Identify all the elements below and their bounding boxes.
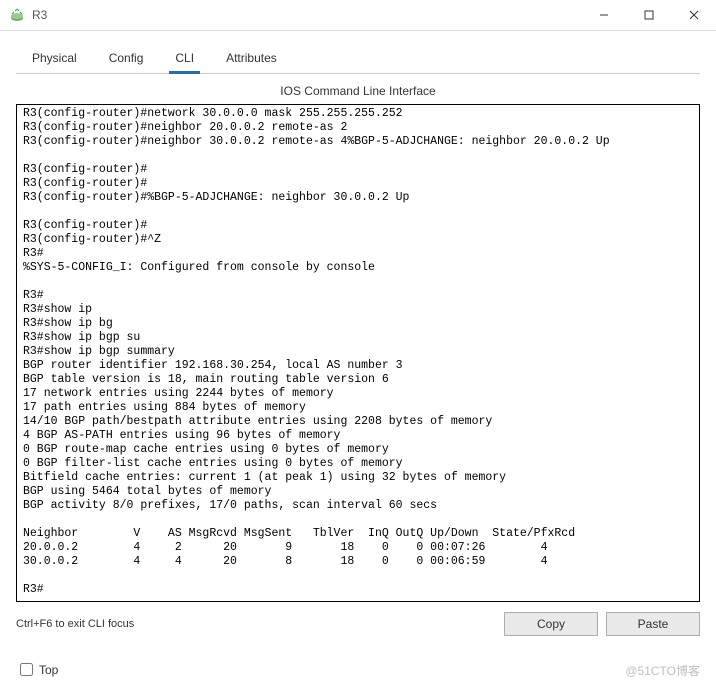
tab-bar: Physical Config CLI Attributes bbox=[16, 45, 700, 74]
router-icon bbox=[8, 6, 26, 24]
window-title: R3 bbox=[32, 8, 47, 22]
maximize-button[interactable] bbox=[626, 0, 671, 30]
content-area: Physical Config CLI Attributes IOS Comma… bbox=[0, 31, 716, 636]
tab-attributes[interactable]: Attributes bbox=[210, 45, 293, 73]
top-checkbox[interactable] bbox=[20, 663, 33, 676]
tab-physical[interactable]: Physical bbox=[16, 45, 93, 73]
exit-focus-hint: Ctrl+F6 to exit CLI focus bbox=[16, 618, 134, 630]
watermark: @51CTO博客 bbox=[625, 662, 700, 679]
tab-config[interactable]: Config bbox=[93, 45, 160, 73]
footer: Top bbox=[16, 660, 58, 679]
copy-button[interactable]: Copy bbox=[504, 612, 598, 636]
bottom-row: Ctrl+F6 to exit CLI focus Copy Paste bbox=[16, 612, 700, 636]
cli-terminal[interactable]: R3(config-router)#network 30.0.0.0 mask … bbox=[16, 104, 700, 602]
close-button[interactable] bbox=[671, 0, 716, 30]
minimize-button[interactable] bbox=[581, 0, 626, 30]
paste-button[interactable]: Paste bbox=[606, 612, 700, 636]
top-label: Top bbox=[39, 663, 58, 677]
titlebar: R3 bbox=[0, 0, 716, 31]
panel-title: IOS Command Line Interface bbox=[16, 74, 700, 104]
tab-cli[interactable]: CLI bbox=[159, 45, 210, 73]
